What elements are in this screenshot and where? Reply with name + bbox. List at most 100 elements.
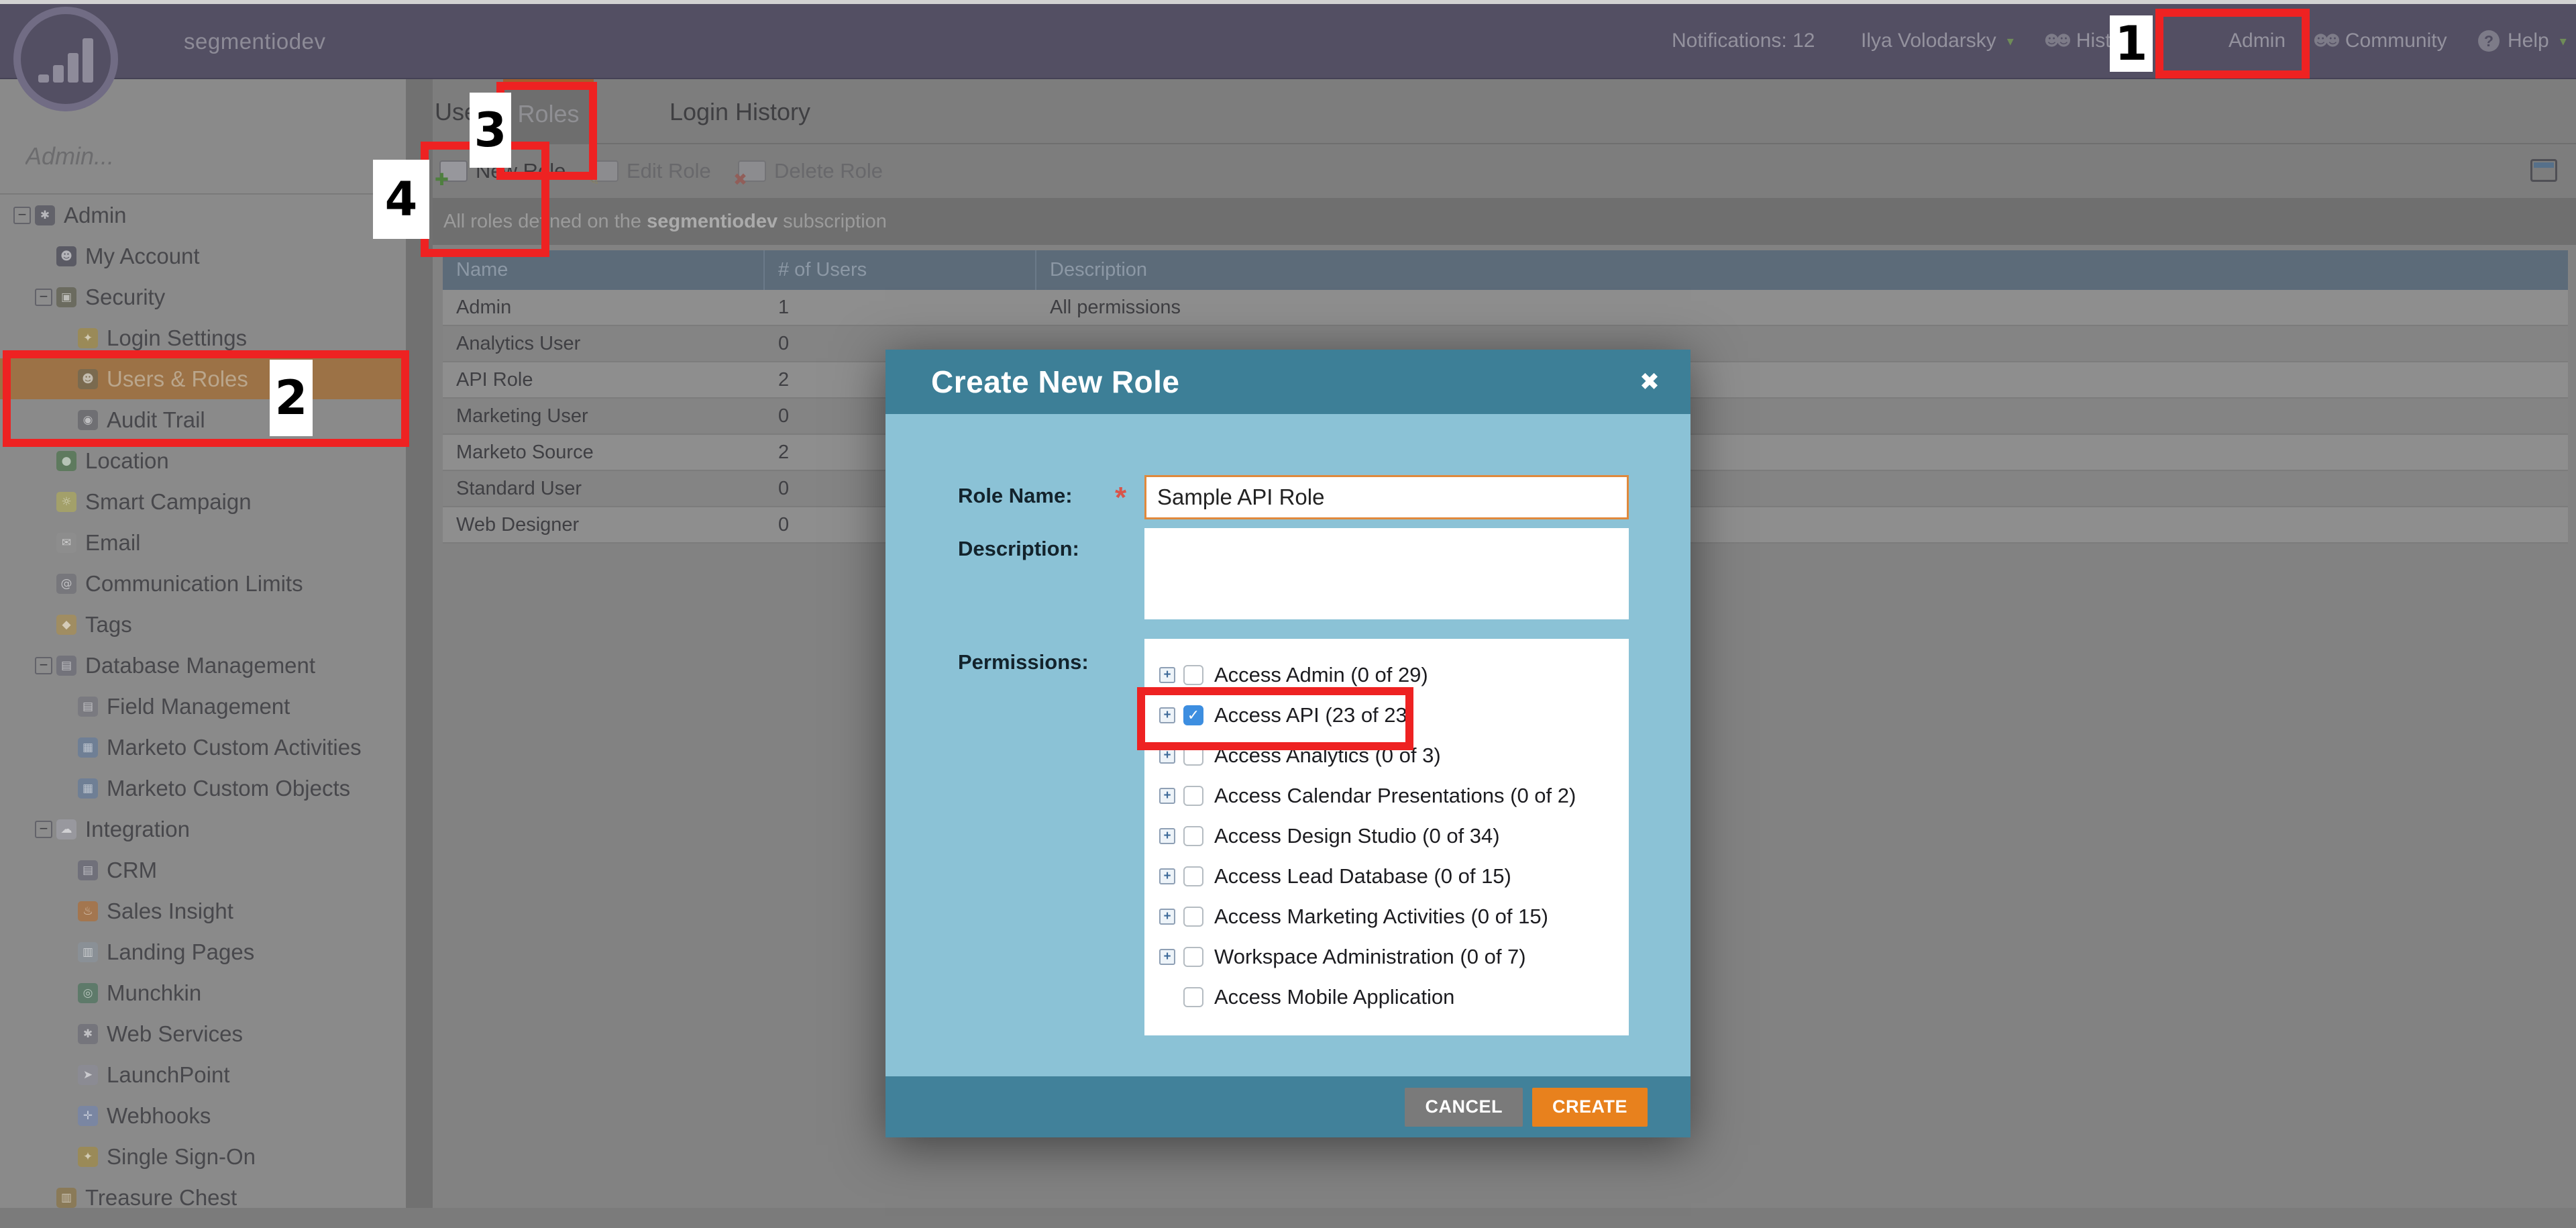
close-icon[interactable]: ✖: [1640, 350, 1660, 414]
sidebar-item-my-account[interactable]: ☻My Account: [0, 236, 406, 276]
subscription-name: segmentiodev: [184, 4, 325, 79]
panel-window-icon[interactable]: [2530, 159, 2557, 182]
sidebar-item-label: Audit Trail: [107, 407, 205, 433]
permission-access-calendar-presentations-0-of-2[interactable]: +Access Calendar Presentations (0 of 2): [1159, 776, 1629, 816]
sidebar-item-tags[interactable]: ◆Tags: [0, 604, 406, 645]
permission-checkbox[interactable]: [1183, 907, 1203, 927]
sidebar-item-marketo-custom-activities[interactable]: ▦Marketo Custom Activities: [0, 727, 406, 768]
sidebar-item-admin[interactable]: −✱Admin: [0, 195, 406, 236]
permission-access-admin-0-of-29[interactable]: +Access Admin (0 of 29): [1159, 655, 1629, 695]
sidebar-item-database-management[interactable]: −▤Database Management: [0, 645, 406, 686]
sidebar-item-users-roles[interactable]: ☻Users & Roles: [0, 358, 406, 399]
permission-access-mobile-application[interactable]: Access Mobile Application: [1159, 977, 1629, 1017]
sidebar-splitter[interactable]: [406, 79, 433, 1228]
sidebar-item-launchpoint[interactable]: ➤LaunchPoint: [0, 1054, 406, 1095]
expand-icon[interactable]: +: [1159, 868, 1175, 884]
permission-access-api-23-of-23[interactable]: +✓Access API (23 of 23): [1159, 695, 1629, 735]
new-role-button[interactable]: ✚New Role: [439, 144, 566, 198]
collapse-icon[interactable]: −: [35, 821, 52, 838]
table-row-admin[interactable]: Admin1All permissions: [443, 290, 2568, 326]
sidebar-item-location[interactable]: ●Location: [0, 440, 406, 481]
sidebar-item-sales-insight[interactable]: ♨Sales Insight: [0, 890, 406, 931]
tab-login-history[interactable]: Login History: [646, 79, 834, 144]
delete-role-icon: ✖: [738, 160, 766, 182]
column-header-name[interactable]: Name: [443, 250, 765, 290]
expand-icon[interactable]: +: [1159, 828, 1175, 844]
expand-icon[interactable]: +: [1159, 707, 1175, 723]
top-nav-label: Ilya Volodarsky: [1861, 30, 1996, 52]
sidebar-item-label: Admin: [64, 203, 127, 228]
permission-access-marketing-activities-0-of-15[interactable]: +Access Marketing Activities (0 of 15): [1159, 897, 1629, 937]
permission-checkbox[interactable]: [1183, 786, 1203, 806]
delete-role-button[interactable]: ✖Delete Role: [738, 144, 883, 198]
permission-access-lead-database-0-of-15[interactable]: + Access Lead Database (0 of 15): [1159, 856, 1629, 897]
history-icon: ☻☻: [2044, 33, 2068, 50]
permission-checkbox[interactable]: [1183, 826, 1203, 846]
sidebar-item-landing-pages[interactable]: ▥Landing Pages: [0, 931, 406, 972]
collapse-icon[interactable]: −: [13, 207, 31, 224]
top-nav-notifications[interactable]: Notifications: 12: [1672, 4, 1815, 78]
top-nav-user[interactable]: Ilya Volodarsky ▾: [1861, 4, 2014, 78]
tab-roles[interactable]: Roles: [503, 79, 594, 144]
role-name-input[interactable]: [1144, 475, 1629, 519]
sidebar-item-single-sign-on[interactable]: ✦Single Sign-On: [0, 1136, 406, 1177]
crm-icon: ▤: [78, 860, 98, 880]
collapse-icon[interactable]: −: [35, 657, 52, 674]
permission-checkbox[interactable]: [1183, 866, 1203, 886]
expand-icon[interactable]: +: [1159, 667, 1175, 683]
top-nav-history[interactable]: ☻☻History: [2044, 4, 2139, 78]
sidebar-item-email[interactable]: ✉Email: [0, 522, 406, 563]
sidebar-item-audit-trail[interactable]: ◉Audit Trail: [0, 399, 406, 440]
description-textarea[interactable]: [1144, 528, 1629, 619]
expand-icon[interactable]: +: [1159, 949, 1175, 965]
sidebar-item-crm[interactable]: ▤CRM: [0, 850, 406, 890]
top-nav-admin[interactable]: Admin: [2229, 4, 2286, 78]
gears-icon: ✱: [78, 1024, 98, 1044]
permission-label: Access Lead Database (0 of 15): [1214, 864, 1511, 888]
top-nav-community[interactable]: ☻☻Community: [2313, 4, 2447, 78]
sidebar-item-integration[interactable]: −☁Integration: [0, 809, 406, 850]
role-name-cell: Marketing User: [443, 405, 765, 427]
cancel-button[interactable]: CANCEL: [1405, 1088, 1523, 1127]
role-name-label: Role Name:: [958, 484, 1073, 508]
role-name-cell: Marketo Source: [443, 442, 765, 464]
column-header-of-users[interactable]: # of Users: [765, 250, 1036, 290]
sidebar-search-input[interactable]: [0, 142, 361, 193]
sidebar-item-marketo-custom-objects[interactable]: ▦Marketo Custom Objects: [0, 768, 406, 809]
roles-info-bar: All roles defined on the segmentiodev su…: [433, 198, 2576, 245]
sidebar-item-field-management[interactable]: ▤Field Management: [0, 686, 406, 727]
collapse-icon[interactable]: −: [35, 289, 52, 306]
permission-label: Workspace Administration (0 of 7): [1214, 945, 1526, 969]
dialog-title: Create New Role: [931, 364, 1180, 400]
tab-bar: UsersRoles Login History: [433, 79, 2576, 144]
sidebar-item-web-services[interactable]: ✱Web Services: [0, 1013, 406, 1054]
permission-access-design-studio-0-of-34[interactable]: +Access Design Studio (0 of 34): [1159, 816, 1629, 856]
permission-checkbox[interactable]: [1183, 987, 1203, 1007]
permission-checkbox[interactable]: [1183, 665, 1203, 685]
chest-icon: ▥: [56, 1188, 76, 1208]
sidebar-item-smart-campaign[interactable]: ☼Smart Campaign: [0, 481, 406, 522]
top-nav-help[interactable]: ?Help▾: [2478, 4, 2567, 78]
edit-role-button[interactable]: ✎Edit Role: [590, 144, 711, 198]
permission-checkbox[interactable]: ✓: [1183, 705, 1203, 725]
column-header-description[interactable]: Description: [1036, 250, 2568, 290]
expand-icon[interactable]: +: [1159, 788, 1175, 804]
sidebar-item-communication-limits[interactable]: @Communication Limits: [0, 563, 406, 604]
envelope-icon: ✉: [56, 533, 76, 553]
sidebar-item-webhooks[interactable]: ✛Webhooks: [0, 1095, 406, 1136]
permission-checkbox[interactable]: [1183, 746, 1203, 766]
create-button[interactable]: CREATE: [1532, 1088, 1648, 1127]
sidebar-item-security[interactable]: −▣Security: [0, 276, 406, 317]
permission-access-analytics-0-of-3[interactable]: +Access Analytics (0 of 3): [1159, 735, 1629, 776]
sidebar-item-login-settings[interactable]: ✦Login Settings: [0, 317, 406, 358]
expand-icon[interactable]: +: [1159, 909, 1175, 925]
permission-workspace-administration-0-of-7[interactable]: + Workspace Administration (0 of 7): [1159, 937, 1629, 977]
expand-icon[interactable]: +: [1159, 748, 1175, 764]
permission-checkbox[interactable]: [1183, 947, 1203, 967]
chevron-down-icon: ▾: [2007, 33, 2014, 49]
tab-users[interactable]: Users: [435, 79, 497, 144]
sidebar-item-label: Sales Insight: [107, 899, 233, 924]
roles-toolbar: ✚New Role ✎Edit Role ✖Delete Role: [433, 144, 2576, 198]
sidebar-item-munchkin[interactable]: ◎Munchkin: [0, 972, 406, 1013]
marketo-logo[interactable]: [13, 7, 118, 111]
